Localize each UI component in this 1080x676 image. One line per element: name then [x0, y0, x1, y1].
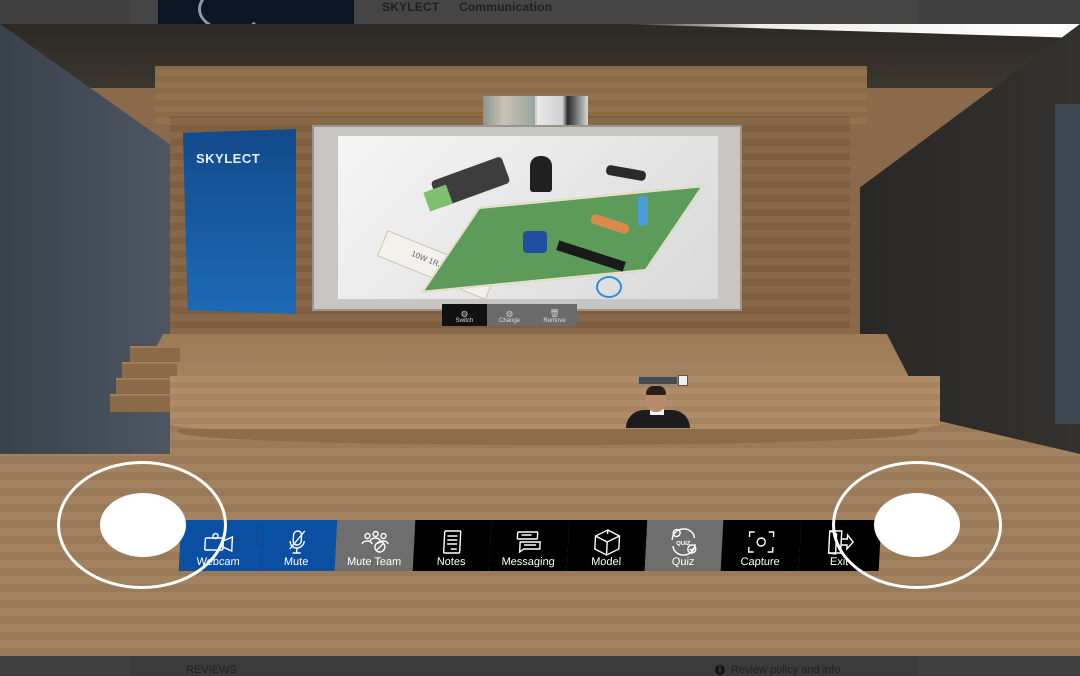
capture-label: Capture: [740, 556, 781, 568]
classroom-toolbar: Webcam Mute Mute Team Notes Messaging Mo…: [178, 520, 882, 571]
potentiometer-image: [523, 231, 547, 253]
presentation-screen[interactable]: 10W 1RJ: [338, 136, 718, 299]
right-wall-edge: [1055, 104, 1080, 424]
mute-team-label: Mute Team: [346, 556, 402, 568]
switch-button[interactable]: ◍ Switch: [442, 304, 487, 326]
stage-step: [110, 394, 175, 412]
stage-front: [170, 376, 940, 436]
review-policy-text: Review policy and info: [731, 664, 841, 676]
participant-avatar[interactable]: [626, 386, 690, 428]
avatar-hair: [646, 386, 666, 395]
banner-logo-text: SKYLECT: [196, 151, 261, 166]
switch-label: Switch: [455, 318, 474, 324]
cube-icon: [591, 528, 622, 556]
diode-image: [605, 164, 647, 182]
stage-step: [130, 346, 180, 362]
brand-name: SKYLECT: [382, 0, 440, 14]
remove-button[interactable]: 🗑 Remove: [532, 304, 577, 326]
info-icon: i: [715, 665, 725, 675]
quiz-button[interactable]: QUIZ Quiz: [644, 520, 724, 571]
change-label: Change: [498, 318, 521, 324]
nav-communication[interactable]: Communication: [459, 0, 552, 14]
reviews-heading: REVIEWS: [186, 664, 237, 676]
circuit-board-image: [421, 185, 704, 293]
notes-icon: [440, 528, 463, 556]
stage-step: [122, 362, 177, 378]
quiz-badge-text: QUIZ: [676, 541, 691, 547]
review-policy-link[interactable]: i Review policy and info: [715, 664, 840, 676]
capture-icon: [745, 528, 776, 556]
page-logo: [158, 0, 354, 24]
resistor-image: [638, 196, 648, 226]
mute-button[interactable]: Mute: [256, 520, 338, 571]
quiz-label: Quiz: [671, 556, 695, 568]
remove-label: Remove: [543, 318, 566, 324]
model-label: Model: [590, 556, 622, 568]
messaging-label: Messaging: [501, 556, 556, 568]
webcam-feed-presenter: [483, 96, 535, 128]
look-joystick-knob[interactable]: [874, 493, 960, 557]
logo-swoosh-icon: [198, 0, 264, 24]
trash-icon: 🗑: [549, 309, 560, 318]
highlight-circle: [596, 276, 622, 298]
messaging-icon: [513, 528, 544, 556]
screen-controls: ◍ Switch ◍ Change 🗑 Remove: [442, 304, 577, 326]
stage-platform: [140, 334, 910, 379]
model-button[interactable]: Model: [566, 520, 648, 571]
capacitor-image: [530, 156, 552, 192]
stage-step: [116, 378, 176, 394]
globe-icon: ◍: [506, 309, 513, 318]
page-brand-nav: SKYLECT Communication: [382, 0, 568, 14]
mute-team-button[interactable]: Mute Team: [334, 520, 416, 571]
webcam-feed-room: [536, 96, 588, 128]
quiz-icon: QUIZ: [667, 528, 700, 556]
presenter-webcam-feed: [483, 96, 588, 128]
messaging-button[interactable]: Messaging: [488, 520, 570, 571]
notes-button[interactable]: Notes: [412, 520, 492, 571]
movement-joystick-knob[interactable]: [100, 493, 186, 557]
change-button[interactable]: ◍ Change: [487, 304, 532, 326]
globe-icon: ◍: [461, 309, 468, 318]
avatar-name-tag: [638, 376, 678, 385]
mute-label: Mute: [283, 556, 309, 568]
mic-muted-icon: [285, 528, 308, 556]
capture-button[interactable]: Capture: [720, 520, 802, 571]
avatar-status-icon: [678, 375, 688, 386]
notes-label: Notes: [436, 556, 466, 568]
team-muted-icon: [358, 528, 391, 556]
